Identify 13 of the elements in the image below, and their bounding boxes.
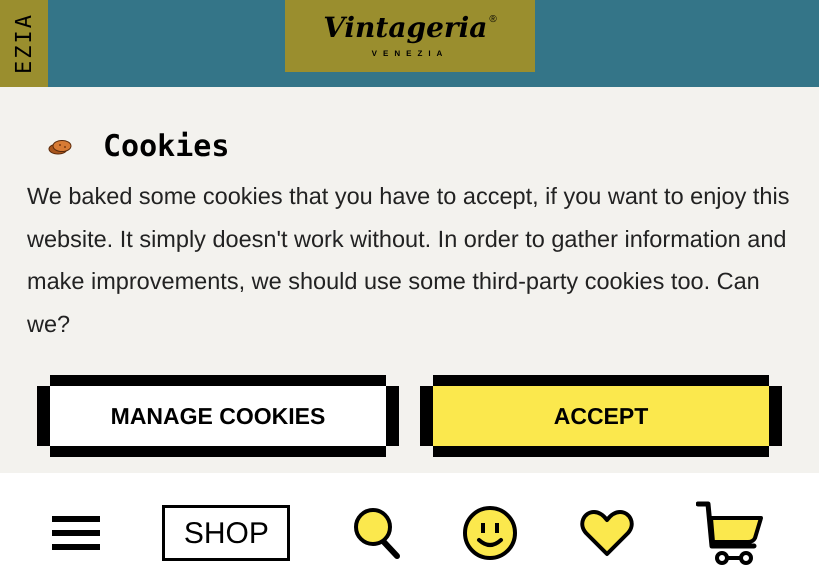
banner-title: Cookies xyxy=(103,128,230,166)
banner-text: We baked some cookies that you have to accept, if you want to enjoy this website. It simply doesn't work without. In order to gather information and make improvements, we should use some third-party cookies too. Can we? xyxy=(27,182,790,338)
registered-mark: ® xyxy=(489,13,497,27)
logo-text: Vintageria xyxy=(323,12,488,44)
search-icon[interactable] xyxy=(352,507,401,559)
logo-subtitle: VENEZIA xyxy=(372,48,448,60)
shop-link[interactable]: SHOP xyxy=(162,505,290,561)
cart-icon[interactable] xyxy=(696,500,764,566)
heart-icon[interactable] xyxy=(580,509,634,557)
side-label: EZIA xyxy=(10,13,38,74)
menu-icon[interactable] xyxy=(52,515,100,551)
cookie-icon xyxy=(47,139,73,155)
smiley-icon[interactable] xyxy=(463,506,518,560)
